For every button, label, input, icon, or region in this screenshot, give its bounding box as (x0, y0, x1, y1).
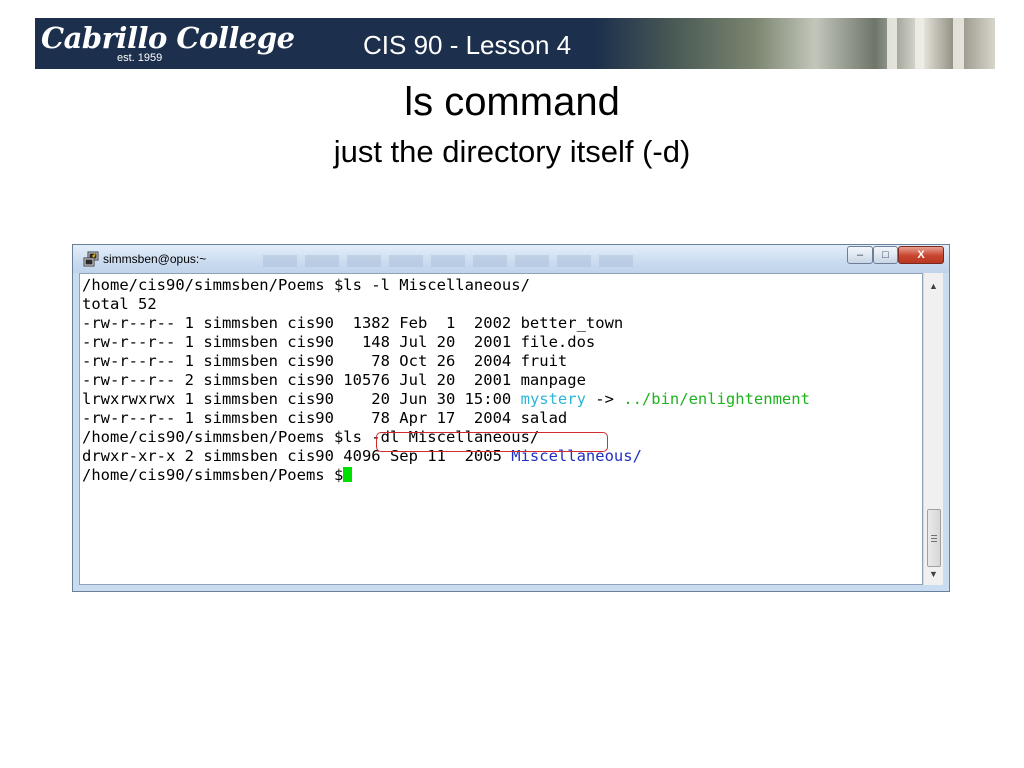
minimize-button[interactable]: – (847, 246, 873, 264)
slide-title: ls command (404, 80, 620, 124)
symlink-arrow: -> (585, 390, 624, 408)
terminal-output[interactable]: /home/cis90/simmsben/Poems $ls -l Miscel… (79, 273, 923, 585)
terminal-line: /home/cis90/simmsben/Poems $ls -l Miscel… (82, 276, 530, 294)
putty-terminal-icon[interactable] (83, 251, 99, 267)
window-titlebar[interactable]: simmsben@opus:~ – □ X (73, 245, 949, 273)
terminal-line: lrwxrwxrwx 1 simmsben cis90 20 Jun 30 15… (82, 390, 810, 409)
command-highlight-box (376, 432, 608, 452)
shell-prompt: /home/cis90/simmsben/Poems $ (82, 466, 344, 484)
header-banner: Cabrillo College est. 1959 CIS 90 - Less… (35, 18, 995, 69)
scroll-up-arrow-icon[interactable]: ▲ (929, 281, 938, 291)
terminal-line: -rw-r--r-- 1 simmsben cis90 148 Jul 20 2… (82, 333, 596, 351)
terminal-line: /home/cis90/simmsben/Poems $ (82, 466, 353, 485)
terminal-cursor[interactable] (343, 467, 353, 482)
terminal-line: -rw-r--r-- 1 simmsben cis90 78 Apr 17 20… (82, 409, 568, 427)
symlink-details: lrwxrwxrwx 1 simmsben cis90 20 Jun 30 15… (82, 390, 521, 408)
terminal-line: -rw-r--r-- 1 simmsben cis90 1382 Feb 1 2… (82, 314, 624, 332)
scroll-down-arrow-icon[interactable]: ▼ (929, 569, 938, 579)
shell-prompt: /home/cis90/simmsben/Poems $ (82, 428, 344, 446)
terminal-line: total 52 (82, 295, 157, 313)
terminal-line: -rw-r--r-- 1 simmsben cis90 78 Oct 26 20… (82, 352, 568, 370)
titlebar-ghost-text (263, 255, 633, 267)
banner-photo (595, 18, 995, 69)
terminal-line: -rw-r--r-- 2 simmsben cis90 10576 Jul 20… (82, 371, 586, 389)
college-logo: Cabrillo College est. 1959 (41, 20, 295, 68)
slide-subtitle: just the directory itself (-d) (333, 134, 691, 169)
window-title: simmsben@opus:~ (103, 252, 207, 266)
terminal-window: simmsben@opus:~ – □ X /home/cis90/simmsb… (72, 244, 950, 592)
scrollbar-thumb[interactable] (927, 509, 941, 567)
symlink-target: ../bin/enlightenment (623, 390, 810, 408)
logo-wordmark: Cabrillo College (41, 21, 295, 55)
lesson-title: CIS 90 - Lesson 4 (363, 30, 572, 60)
logo-est-year: est. 1959 (117, 52, 163, 64)
vertical-scrollbar[interactable]: ▲ ▼ (923, 273, 943, 585)
symlink-name: mystery (520, 390, 586, 408)
maximize-button[interactable]: □ (873, 246, 898, 264)
close-button[interactable]: X (898, 246, 944, 264)
